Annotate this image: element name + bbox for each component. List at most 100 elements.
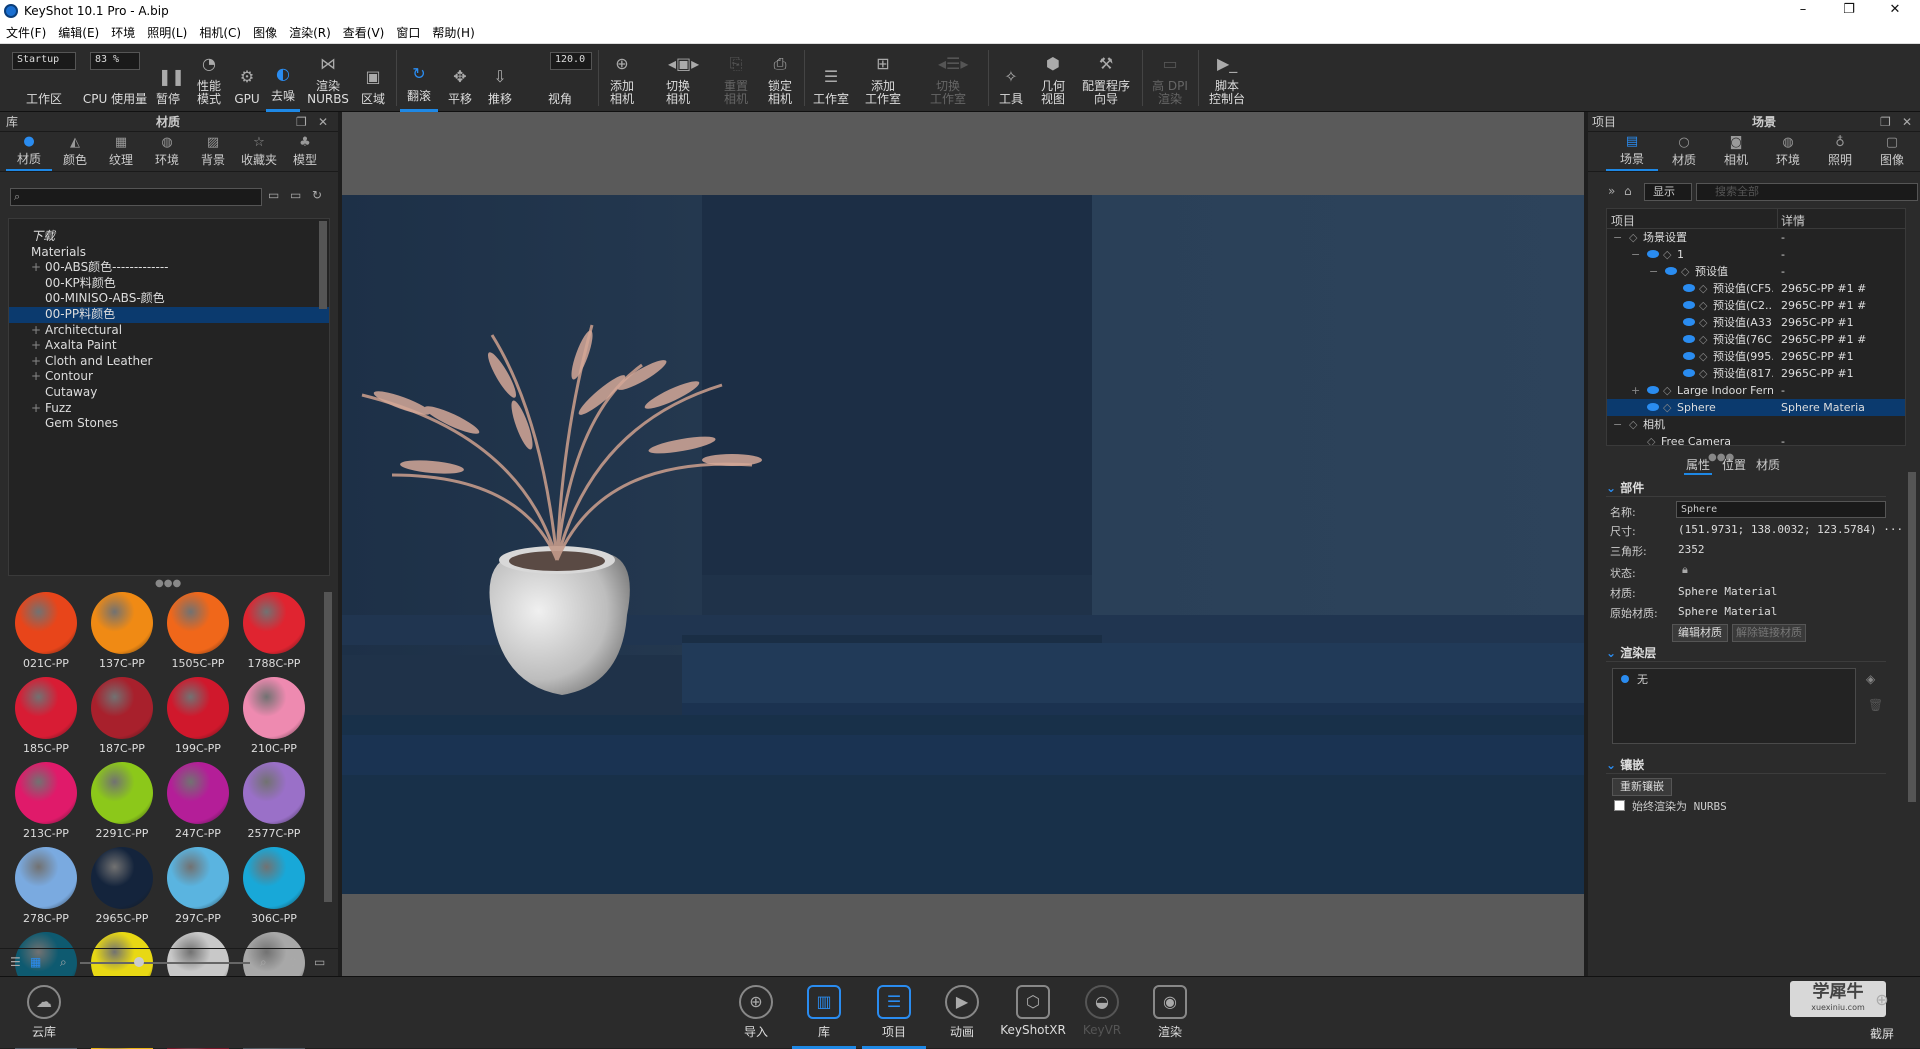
- scene-tree-item[interactable]: − ◇ 预设值 -: [1607, 263, 1905, 280]
- library-tree-item[interactable]: Cutaway: [9, 385, 329, 401]
- menu-window[interactable]: 窗口: [390, 24, 426, 41]
- switch-camera-button[interactable]: ◂▣▸ 切换 相机: [650, 44, 706, 112]
- float-panel-icon[interactable]: ❐: [1880, 115, 1891, 129]
- library-button[interactable]: ▥ 库: [792, 977, 856, 1049]
- visibility-eye-icon[interactable]: [1683, 318, 1695, 326]
- scene-tree-item[interactable]: − ◇ 相机: [1607, 416, 1905, 433]
- library-tree-item[interactable]: 00-PP料颜色: [9, 306, 329, 323]
- show-dropdown[interactable]: 显示: [1644, 183, 1692, 201]
- switch-studio-button[interactable]: ◂☰▸ 切换 工作室: [920, 44, 976, 112]
- library-tree-item[interactable]: + Axalta Paint: [9, 338, 329, 354]
- visibility-eye-icon[interactable]: [1647, 403, 1659, 411]
- high-dpi-render-button[interactable]: ▭ 高 DPI 渲染: [1148, 44, 1192, 112]
- library-tree-item[interactable]: 00-KP料颜色: [9, 276, 329, 292]
- scene-tree-item[interactable]: ◇预设值(817...2965C-PP #1: [1607, 365, 1905, 382]
- keyvr-button[interactable]: ◒ KeyVR: [1070, 977, 1134, 1049]
- active-layer-dot[interactable]: [1621, 675, 1629, 683]
- library-tree-item[interactable]: + Architectural: [9, 323, 329, 339]
- tab-scene[interactable]: ▤ 场景: [1606, 132, 1658, 171]
- tab-models[interactable]: ♣ 模型: [282, 132, 328, 171]
- visibility-eye-icon[interactable]: [1683, 335, 1695, 343]
- material-thumbnail[interactable]: 2291C-PP: [86, 758, 158, 843]
- layer-none[interactable]: 无: [1637, 671, 1648, 687]
- scene-search-input[interactable]: 搜索全部: [1696, 183, 1918, 201]
- tools-button[interactable]: ✧ 工具: [994, 44, 1028, 112]
- add-studio-button[interactable]: ⊞ 添加 工作室: [860, 44, 906, 112]
- unlink-material-button[interactable]: 解除链接材质: [1732, 624, 1806, 642]
- nurbs-checkbox[interactable]: [1614, 800, 1625, 811]
- library-tree-item[interactable]: Materials: [9, 245, 329, 261]
- zoom-out-icon[interactable]: ⌕: [60, 955, 67, 970]
- material-thumbnail[interactable]: 2577C-PP: [238, 758, 310, 843]
- scene-tools-icon[interactable]: ⌂: [1624, 184, 1632, 198]
- keyshotxr-button[interactable]: ⬡ KeyShotXR: [1000, 977, 1066, 1049]
- material-thumbnail[interactable]: 187C-PP: [86, 673, 158, 758]
- slider-handle[interactable]: [134, 957, 144, 967]
- library-tree-item[interactable]: +00-ABS颜色-------------: [9, 260, 329, 276]
- menu-environment[interactable]: 环境: [105, 24, 141, 41]
- render-viewport[interactable]: [342, 112, 1584, 976]
- scene-tree-item[interactable]: ◇预设值(995...2965C-PP #1: [1607, 348, 1905, 365]
- subtab-position[interactable]: 位置: [1722, 456, 1746, 475]
- menu-edit[interactable]: 编辑(E): [52, 24, 105, 41]
- material-thumbnail[interactable]: 199C-PP: [162, 673, 234, 758]
- menu-view[interactable]: 查看(V): [337, 24, 391, 41]
- import-folder-icon[interactable]: ▭: [314, 955, 325, 969]
- screenshot-button[interactable]: ⊕ 截屏: [1850, 977, 1914, 1049]
- material-thumbnail[interactable]: 021C-PP: [10, 588, 82, 673]
- material-thumbnail[interactable]: 297C-PP: [162, 843, 234, 928]
- delete-layer-icon[interactable]: 🗑︎: [1868, 698, 1883, 712]
- scene-tree-item[interactable]: ◇预设值(A33...2965C-PP #1: [1607, 314, 1905, 331]
- material-thumbnail[interactable]: 247C-PP: [162, 758, 234, 843]
- tab-textures[interactable]: ▦ 纹理: [98, 132, 144, 171]
- scene-tree-item[interactable]: − ◇ 场景设置 -: [1607, 229, 1905, 246]
- region-button[interactable]: ▣ 区域: [356, 44, 390, 112]
- library-tree-item[interactable]: + Fuzz: [9, 401, 329, 417]
- material-thumbnail[interactable]: 306C-PP: [238, 843, 310, 928]
- performance-mode-button[interactable]: ◔ 性能 模式: [190, 44, 228, 112]
- scene-tree-item[interactable]: ◇ Free Camera -: [1607, 433, 1905, 445]
- expand-icon[interactable]: −: [1631, 246, 1640, 263]
- add-camera-button[interactable]: ⊕ 添加 相机: [602, 44, 642, 112]
- pan-button[interactable]: ✥ 平移: [442, 44, 478, 112]
- render-nurbs-button[interactable]: ⋈ 渲染 NURBS: [306, 44, 350, 112]
- visibility-eye-icon[interactable]: [1683, 369, 1695, 377]
- expand-icon[interactable]: −: [1613, 416, 1622, 433]
- material-thumbnail[interactable]: 1788C-PP: [238, 588, 310, 673]
- tessellation-header[interactable]: ⌄ 镶嵌: [1606, 756, 1886, 774]
- library-tree-item[interactable]: 下载: [9, 229, 329, 245]
- material-thumbnail[interactable]: 2965C-PP: [86, 843, 158, 928]
- configurator-wizard-button[interactable]: ⚒ 配置程序 向导: [1078, 44, 1134, 112]
- properties-scrollbar[interactable]: [1908, 472, 1916, 802]
- folder-icon[interactable]: ▭: [268, 188, 279, 202]
- grid-view-icon[interactable]: ▦: [30, 955, 41, 969]
- expand-icon[interactable]: +: [31, 369, 45, 385]
- denoise-button[interactable]: ◐ 去噪: [266, 44, 300, 112]
- animation-button[interactable]: ▶ 动画: [930, 977, 994, 1049]
- expand-icon[interactable]: +: [31, 401, 45, 417]
- add-layer-icon[interactable]: ◈: [1866, 672, 1875, 686]
- expand-icon[interactable]: −: [1613, 229, 1622, 246]
- tab-camera[interactable]: ◙ 相机: [1710, 132, 1762, 171]
- pause-button[interactable]: ❚❚ 暂停: [152, 44, 185, 112]
- restore-button[interactable]: ❐: [1826, 0, 1872, 22]
- menu-help[interactable]: 帮助(H): [426, 24, 480, 41]
- tree-scrollbar[interactable]: [319, 221, 327, 309]
- menu-lighting[interactable]: 照明(L): [141, 24, 193, 41]
- render-layers-header[interactable]: ⌄ 渲染层: [1606, 644, 1886, 662]
- menu-file[interactable]: 文件(F): [0, 24, 52, 41]
- studio-button[interactable]: ☰ 工作室: [808, 44, 854, 112]
- menu-camera[interactable]: 相机(C): [193, 24, 247, 41]
- material-thumbnail[interactable]: 185C-PP: [10, 673, 82, 758]
- expand-icon[interactable]: +: [31, 260, 45, 276]
- material-thumbnail[interactable]: 213C-PP: [10, 758, 82, 843]
- visibility-eye-icon[interactable]: [1665, 267, 1677, 275]
- retessellate-button[interactable]: 重新镶嵌: [1612, 778, 1672, 796]
- expand-icon[interactable]: −: [1649, 263, 1658, 280]
- tab-environment[interactable]: ◍ 环境: [1762, 132, 1814, 171]
- part-section-header[interactable]: ⌄ 部件: [1606, 479, 1886, 497]
- tab-backplates[interactable]: ▨ 背景: [190, 132, 236, 171]
- subtab-material[interactable]: 材质: [1756, 456, 1780, 475]
- project-button[interactable]: ☰ 项目: [862, 977, 926, 1049]
- scene-tree-item[interactable]: ◇ 预设值(C2... 2965C-PP #1 #: [1607, 297, 1905, 314]
